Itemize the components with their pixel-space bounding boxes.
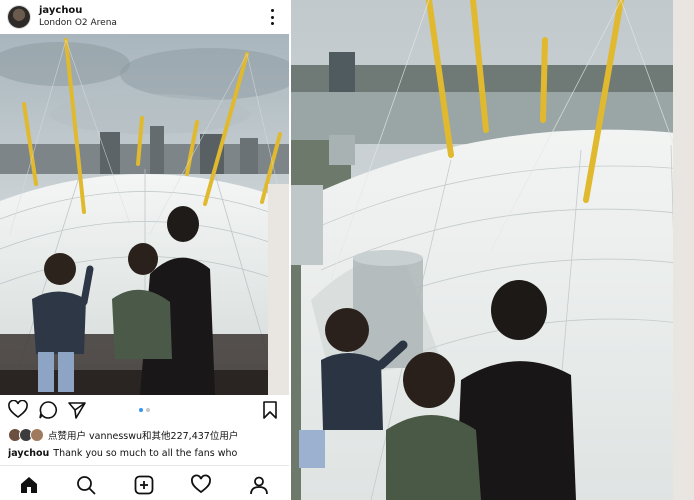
comment-icon[interactable] (38, 400, 58, 420)
share-icon[interactable] (67, 400, 87, 420)
more-options-icon[interactable] (269, 9, 275, 25)
post-caption: jaychou Thank you so much to all the fans… (8, 447, 284, 460)
carousel-dot-active (139, 408, 143, 412)
bottom-navigation (0, 465, 289, 500)
heart-icon[interactable] (8, 400, 28, 420)
caption-text: Thank you so much to all the fans who (53, 448, 238, 459)
carousel-dot (146, 408, 150, 412)
carousel-indicator (139, 408, 150, 412)
home-icon[interactable] (18, 474, 40, 496)
post-photo[interactable] (0, 34, 289, 395)
activity-icon[interactable] (190, 474, 212, 496)
liker-avatars (8, 428, 44, 442)
second-photo (291, 0, 694, 500)
post-header: jaychou London O2 Arena (0, 0, 289, 34)
likes-count-text[interactable]: 点赞用户 vannesswu和其他227,437位用户 (48, 428, 238, 442)
photo-o2-arena-view (0, 34, 289, 395)
user-info: jaychou London O2 Arena (39, 5, 117, 29)
search-icon[interactable] (75, 474, 97, 496)
bookmark-icon[interactable] (260, 400, 280, 420)
liker-avatar (30, 428, 44, 442)
post-location[interactable]: London O2 Arena (39, 17, 117, 29)
profile-icon[interactable] (248, 474, 270, 496)
instagram-post-screen: jaychou London O2 Arena 点赞用户 vannesswu和其… (0, 0, 289, 500)
photo-dome-closeup (291, 0, 694, 500)
avatar[interactable] (8, 6, 30, 28)
post-username[interactable]: jaychou (39, 5, 117, 17)
caption-username[interactable]: jaychou (8, 448, 49, 459)
likes-row[interactable]: 点赞用户 vannesswu和其他227,437位用户 (8, 428, 238, 442)
new-post-icon[interactable] (133, 474, 155, 496)
